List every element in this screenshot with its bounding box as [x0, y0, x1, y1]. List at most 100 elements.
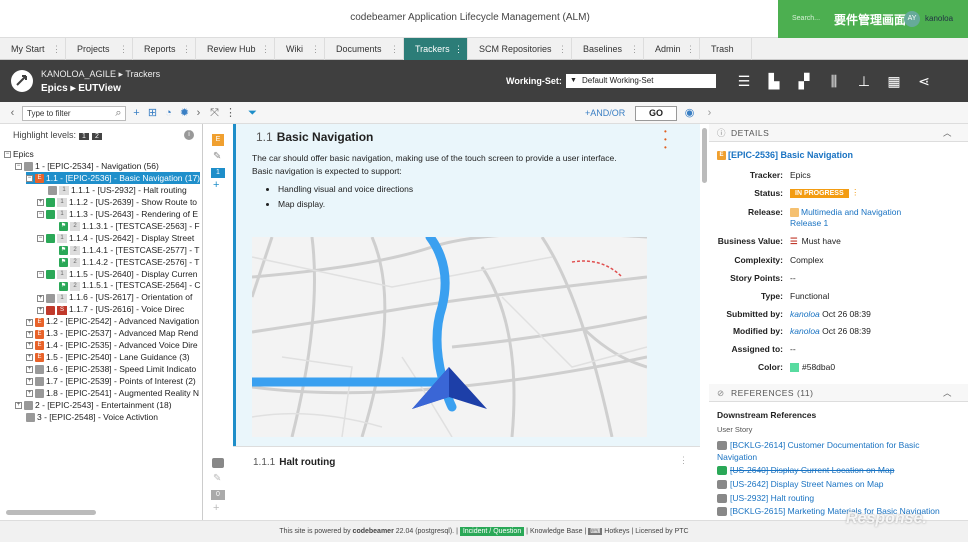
- reference-item[interactable]: [US-2932] Halt routing: [717, 493, 814, 504]
- tree-node[interactable]: +2 - [EPIC-2543] - Entertainment (18): [15, 399, 172, 411]
- tree-node[interactable]: +1.6 - [EPIC-2538] - Speed Limit Indicat…: [26, 363, 196, 375]
- vertical-scrollbar[interactable]: [702, 128, 707, 183]
- tree-node[interactable]: +1.8 - [EPIC-2541] - Augmented Reality N: [26, 387, 199, 399]
- info-icon[interactable]: i: [184, 130, 194, 140]
- new-child-icon[interactable]: ⊞: [146, 106, 159, 120]
- list-view-icon[interactable]: ☰: [736, 73, 752, 89]
- collapse-icon[interactable]: −: [37, 234, 44, 242]
- expand-icon[interactable]: +: [26, 354, 33, 362]
- tree-node[interactable]: − 1 1.1.4 - [US-2642] - Display Street: [37, 232, 194, 244]
- tree-node[interactable]: 1 1.1.1 - [US-2932] - Halt routing: [37, 184, 187, 196]
- tree-node[interactable]: − E 1.1 - [EPIC-2536] - Basic Navigation (…: [26, 171, 201, 184]
- details-header[interactable]: ⓘ DETAILS ︿: [709, 124, 968, 142]
- expand-icon[interactable]: +: [26, 342, 33, 350]
- references-header[interactable]: ⊘ REFERENCES (11) ︿: [709, 384, 968, 402]
- tree-node[interactable]: +1 1.1.6 - [US-2617] - Orientation of: [37, 291, 192, 303]
- history-icon[interactable]: ◔: [162, 106, 175, 120]
- chevron-right-icon[interactable]: ›: [703, 106, 716, 120]
- release-link[interactable]: Multimedia and Navigation Release 1: [790, 207, 930, 229]
- document-section[interactable]: 1.1 Basic Navigation • • • The car should o…: [233, 124, 700, 446]
- chevron-right-icon[interactable]: ›: [192, 106, 205, 120]
- avatar[interactable]: AY: [904, 11, 920, 27]
- settings-icon[interactable]: ✹: [178, 106, 191, 120]
- expand-icon[interactable]: +: [26, 318, 33, 326]
- tree-node[interactable]: + S 1.1.7 - [US-2616] - Voice Direc: [37, 303, 184, 315]
- expand-icon[interactable]: +: [26, 378, 33, 386]
- tab-admin[interactable]: Admin ⋮: [644, 38, 700, 60]
- tab-baselines[interactable]: Baselines ⋮: [572, 38, 644, 60]
- tree-node[interactable]: − 1 - [EPIC-2534] - Navigation (56): [15, 160, 159, 172]
- collapse-icon[interactable]: −: [37, 270, 44, 278]
- add-icon[interactable]: +: [213, 502, 219, 514]
- add-icon[interactable]: +: [213, 179, 219, 191]
- tree-node[interactable]: 3 - [EPIC-2548] - Voice Activtion: [15, 411, 158, 423]
- horizontal-scrollbar[interactable]: [6, 510, 96, 515]
- chevron-left-icon[interactable]: ‹: [6, 106, 19, 120]
- expand-icon[interactable]: +: [26, 330, 33, 338]
- expand-icon[interactable]: +: [37, 294, 44, 302]
- collapse-icon[interactable]: −: [15, 163, 22, 171]
- eye-icon[interactable]: ◉: [683, 106, 696, 120]
- layout-icon[interactable]: ▦: [886, 73, 902, 89]
- edit-icon[interactable]: ✎: [213, 473, 221, 484]
- edit-icon[interactable]: ✎: [213, 151, 221, 162]
- tab-trackers[interactable]: Trackers ⋮: [404, 38, 468, 60]
- comment-count[interactable]: 0: [211, 490, 225, 500]
- highlight-level-2[interactable]: 2: [91, 133, 102, 140]
- tree-node[interactable]: ⚑ 2 1.1.4.2 - [TESTCASE-2576] - T: [48, 256, 199, 268]
- collapse-icon[interactable]: ⤧: [208, 106, 221, 120]
- expand-icon[interactable]: +: [37, 306, 44, 314]
- tree-node[interactable]: ⚑ 2 1.1.4.1 - [TESTCASE-2577] - T: [48, 244, 199, 256]
- tree-node[interactable]: +1 1.1.2 - [US-2639] - Show Route to: [37, 196, 197, 208]
- filter-input[interactable]: Type to filter: [22, 106, 126, 121]
- expand-icon[interactable]: +: [26, 390, 33, 398]
- details-item-title[interactable]: E [EPIC-2536] Basic Navigation: [717, 150, 853, 161]
- status-badge[interactable]: IN PROGRESS ⋮: [790, 187, 860, 198]
- tab-review-hub[interactable]: Review Hub ⋮: [196, 38, 275, 60]
- user-name[interactable]: kanoloa: [925, 14, 953, 23]
- go-button[interactable]: GO: [635, 106, 677, 121]
- more-icon[interactable]: ⋮: [224, 106, 237, 120]
- reference-item[interactable]: [US-2642] Display Street Names on Map: [717, 479, 884, 490]
- document-section[interactable]: 1.1.1 Halt routing ⋮: [233, 446, 700, 520]
- tree-node[interactable]: + E 1.5 - [EPIC-2540] - Lane Guidance (3): [26, 351, 190, 363]
- expand-icon[interactable]: +: [26, 366, 33, 374]
- expand-icon[interactable]: +: [37, 199, 44, 207]
- tree-node[interactable]: − Epics: [4, 148, 34, 160]
- reference-item[interactable]: [US-2640] Display Current Location on Ma…: [717, 465, 894, 476]
- modifier-link[interactable]: kanoloa: [790, 326, 820, 336]
- incident-link[interactable]: Incident / Question: [459, 527, 525, 536]
- tab-documents[interactable]: Documents ⋮: [325, 38, 404, 60]
- tree-node[interactable]: ⚑ 2 1.1.3.1 - [TESTCASE-2563] - F: [48, 220, 200, 232]
- working-set-select[interactable]: ▼ Default Working-Set: [566, 74, 716, 88]
- filter-icon[interactable]: ⏷: [246, 106, 259, 120]
- tree-node[interactable]: − 1 1.1.3 - [US-2643] - Rendering of E: [37, 208, 198, 220]
- and-or-button[interactable]: +AND/OR: [585, 108, 625, 118]
- tab-reports[interactable]: Reports ⋮: [133, 38, 196, 60]
- highlight-level-1[interactable]: 1: [79, 133, 89, 140]
- baseline-icon[interactable]: ⊥: [856, 73, 872, 89]
- tracker-name[interactable]: Epics: [41, 83, 68, 94]
- breadcrumb-project[interactable]: KANOLOA_AGILE: [41, 69, 116, 79]
- tab-scm-repositories[interactable]: SCM Repositories ⋮: [468, 38, 572, 60]
- hotkeys-link[interactable]: ⌨ Hotkeys: [588, 528, 630, 535]
- expand-icon[interactable]: +: [15, 402, 22, 410]
- add-icon[interactable]: +: [130, 106, 143, 120]
- tree-node[interactable]: + E 1.2 - [EPIC-2542] - Advanced Navigatio…: [26, 315, 199, 327]
- tab-projects[interactable]: Projects ⋮: [66, 38, 133, 60]
- tree-node[interactable]: +1.7 - [EPIC-2539] - Points of Interest …: [26, 375, 196, 387]
- share-icon[interactable]: ⋖: [916, 73, 932, 89]
- tree-node[interactable]: ⚑ 2 1.1.5.1 - [TESTCASE-2564] - C: [48, 279, 201, 291]
- collapse-icon[interactable]: −: [37, 211, 44, 218]
- section-menu-icon[interactable]: • • •: [664, 128, 667, 152]
- tab-my-start[interactable]: My Start ⋮: [0, 38, 66, 60]
- columns-icon[interactable]: ⫼: [826, 73, 842, 89]
- collapse-icon[interactable]: −: [26, 175, 33, 183]
- submitter-link[interactable]: kanoloa: [790, 309, 820, 319]
- reference-item[interactable]: [BCKLG-2614] Customer Documentation for …: [717, 439, 937, 463]
- tree-node[interactable]: + E 1.3 - [EPIC-2537] - Advanced Map Rend: [26, 327, 198, 339]
- collapse-icon[interactable]: −: [4, 151, 11, 159]
- tab-trash[interactable]: Trash: [700, 38, 752, 60]
- breadcrumb-trackers[interactable]: Trackers: [125, 69, 160, 79]
- section-menu-icon[interactable]: ⋮: [679, 455, 688, 466]
